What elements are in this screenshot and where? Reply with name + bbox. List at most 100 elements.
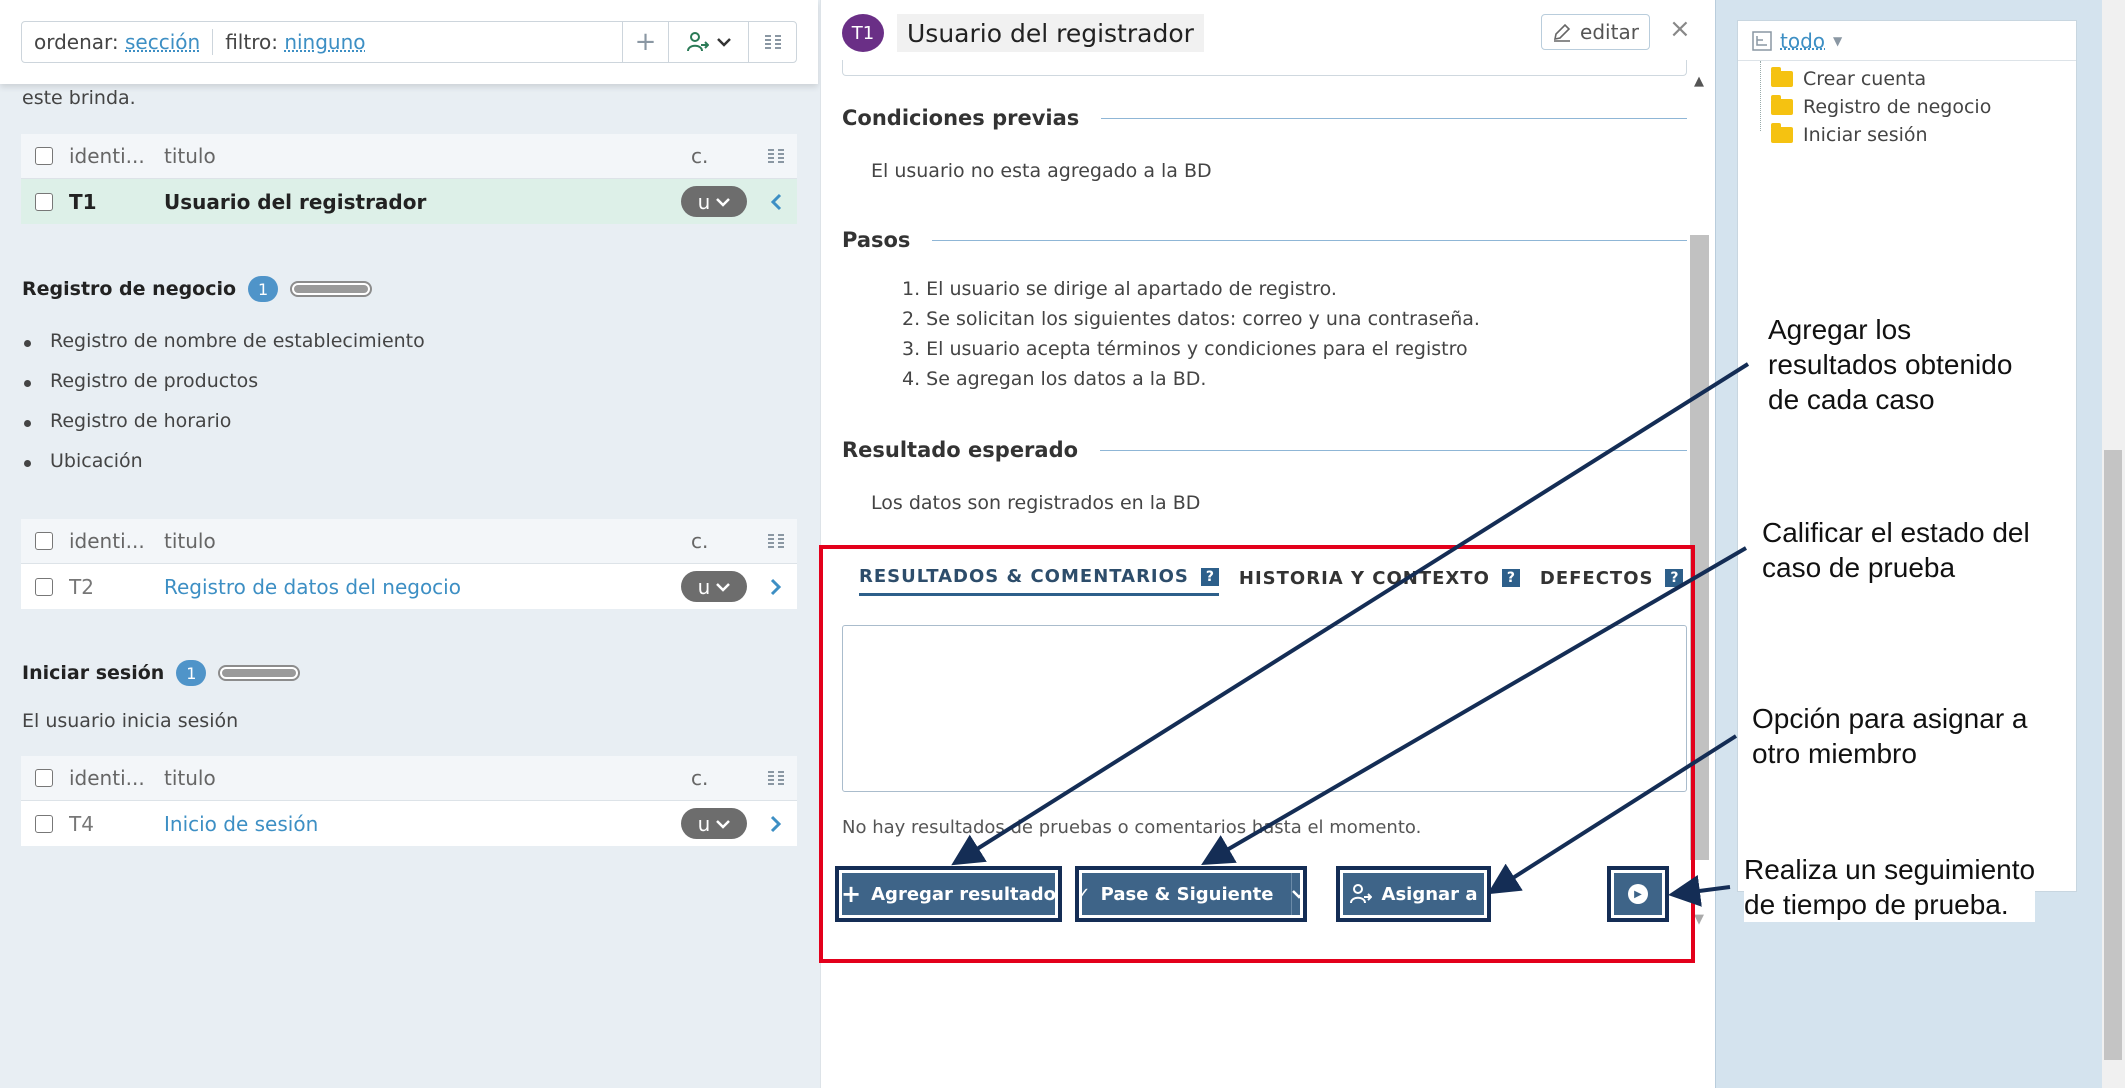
table-row[interactable]: T1 Usuario del registrador u [21, 179, 797, 224]
progress-bar [218, 665, 301, 681]
column-settings-icon[interactable] [755, 770, 797, 786]
section-description: El usuario inicia sesión [22, 710, 239, 732]
tree-item-crear-cuenta[interactable]: Crear cuenta [1738, 65, 2076, 93]
column-header-c[interactable]: c. [691, 144, 755, 168]
column-header-title[interactable]: titulo [164, 144, 691, 168]
plus-icon: + [634, 27, 657, 57]
edit-button[interactable]: editar [1541, 14, 1650, 50]
scrollbar-thumb[interactable] [2104, 450, 2122, 1060]
row-checkbox[interactable] [35, 192, 53, 211]
annotation-line: de cada caso [1768, 384, 1935, 415]
preconditions-text: El usuario no esta agregado a la BD [871, 160, 1212, 182]
row-title-link[interactable]: Registro de datos del negocio [164, 575, 681, 599]
chevron-left-icon[interactable] [755, 193, 797, 211]
sort-value-link[interactable]: sección [125, 30, 200, 54]
columns-button[interactable] [748, 22, 796, 62]
table-row[interactable]: T4 Inicio de sesión u [21, 801, 797, 846]
column-header-c[interactable]: c. [691, 529, 755, 553]
filter-value-link[interactable]: ninguno [284, 30, 365, 54]
status-pill[interactable]: u [681, 571, 747, 602]
table-header: identi... titulo c. [21, 756, 797, 801]
column-header-id[interactable]: identi... [69, 529, 164, 553]
filter-label: filtro: [225, 30, 278, 54]
column-header-id[interactable]: identi... [69, 766, 164, 790]
pencil-icon [1554, 23, 1571, 42]
test-list-panel: ordenar: sección filtro: ninguno + este … [0, 0, 820, 1088]
row-title-link[interactable]: Inicio de sesión [164, 812, 681, 836]
row-checkbox[interactable] [35, 577, 53, 596]
steps-title: Pasos [842, 228, 911, 252]
tree-item-registro-negocio[interactable]: Registro de negocio [1738, 93, 2076, 121]
scroll-up-arrow[interactable]: ▲ [1694, 74, 1704, 89]
count-badge: 1 [176, 660, 207, 686]
list-toolbar: ordenar: sección filtro: ninguno + [0, 0, 818, 84]
row-id: T4 [69, 811, 94, 836]
progress-bar [290, 281, 373, 297]
select-all-checkbox[interactable] [35, 147, 53, 165]
chevron-down-icon [716, 197, 731, 207]
preconditions-heading: Condiciones previas [842, 106, 1687, 130]
column-header-title[interactable]: titulo [164, 529, 691, 553]
test-id-avatar: T1 [842, 14, 884, 52]
column-header-c[interactable]: c. [691, 766, 755, 790]
assign-filter-button[interactable] [668, 22, 748, 62]
list-item: Ubicación [24, 450, 425, 490]
close-icon[interactable]: × [1669, 14, 1691, 44]
annotation-line: Realiza un seguimiento [1744, 854, 2036, 885]
caret-down-icon[interactable]: ▼ [1833, 34, 1842, 48]
section-header-registro-negocio[interactable]: Registro de negocio 1 [22, 276, 373, 302]
table-header: identi... titulo c. [21, 519, 797, 564]
column-header-id[interactable]: identi... [69, 144, 164, 168]
tree-root[interactable]: todo ▼ [1738, 21, 2076, 61]
tree-icon [1752, 30, 1772, 51]
step-item: 3. El usuario acepta términos y condicio… [902, 338, 1468, 360]
column-header-title[interactable]: titulo [164, 766, 691, 790]
chevron-down-icon [716, 38, 731, 47]
sort-control[interactable]: ordenar: sección [22, 30, 212, 54]
annotation-line: Calificar el estado del [1762, 517, 2030, 548]
scroll-down-arrow[interactable]: ▼ [1694, 912, 1704, 927]
list-item: Registro de productos [24, 370, 425, 410]
edit-label: editar [1580, 20, 1639, 44]
chevron-right-icon[interactable] [755, 578, 797, 596]
row-checkbox[interactable] [35, 814, 53, 833]
chevron-right-icon[interactable] [755, 815, 797, 833]
tree-items: Crear cuenta Registro de negocio Iniciar… [1738, 61, 2076, 149]
tree-root-label[interactable]: todo [1780, 29, 1825, 53]
annotation-line: otro miembro [1752, 738, 1917, 769]
chevron-down-icon [716, 819, 731, 829]
column-settings-icon[interactable] [755, 148, 797, 164]
assign-user-icon [686, 32, 709, 52]
column-settings-icon[interactable] [755, 533, 797, 549]
folder-icon [1771, 123, 1793, 143]
list-item: Registro de horario [24, 410, 425, 450]
expected-title: Resultado esperado [842, 438, 1079, 462]
step-item: 1. El usuario se dirige al apartado de r… [902, 278, 1337, 300]
annotation-line: Opción para asignar a [1752, 703, 2028, 734]
add-button[interactable]: + [622, 22, 668, 62]
section-header-iniciar-sesion[interactable]: Iniciar sesión 1 [22, 660, 301, 686]
test-table-crear-cuenta: identi... titulo c. T1 Usuario del regis… [21, 134, 797, 224]
table-header: identi... titulo c. [21, 134, 797, 179]
annotation-add-result: Agregar los resultados obtenido de cada … [1768, 312, 2013, 417]
status-pill[interactable]: u [681, 186, 747, 217]
row-id: T1 [69, 189, 97, 214]
tree-item-iniciar-sesion[interactable]: Iniciar sesión [1738, 121, 2076, 149]
chevron-down-icon [716, 582, 731, 592]
row-title[interactable]: Usuario del registrador [164, 190, 681, 214]
section-title: Iniciar sesión [22, 662, 165, 684]
list-item: Registro de nombre de establecimiento [24, 330, 425, 370]
table-row[interactable]: T2 Registro de datos del negocio u [21, 564, 797, 609]
row-id: T2 [69, 574, 94, 599]
select-all-checkbox[interactable] [35, 532, 53, 550]
tree-item-label: Crear cuenta [1803, 68, 1927, 90]
select-all-checkbox[interactable] [35, 769, 53, 787]
section-title: Registro de negocio [22, 278, 237, 300]
annotation-line: resultados obtenido [1768, 349, 2013, 380]
tree-item-label: Iniciar sesión [1803, 124, 1928, 146]
section-bullet-list: Registro de nombre de establecimiento Re… [24, 330, 425, 490]
status-pill[interactable]: u [681, 808, 747, 839]
tree-item-label: Registro de negocio [1803, 96, 1992, 118]
steps-list: 1. El usuario se dirige al apartado de r… [902, 278, 1480, 398]
filter-control[interactable]: filtro: ninguno [213, 30, 622, 54]
